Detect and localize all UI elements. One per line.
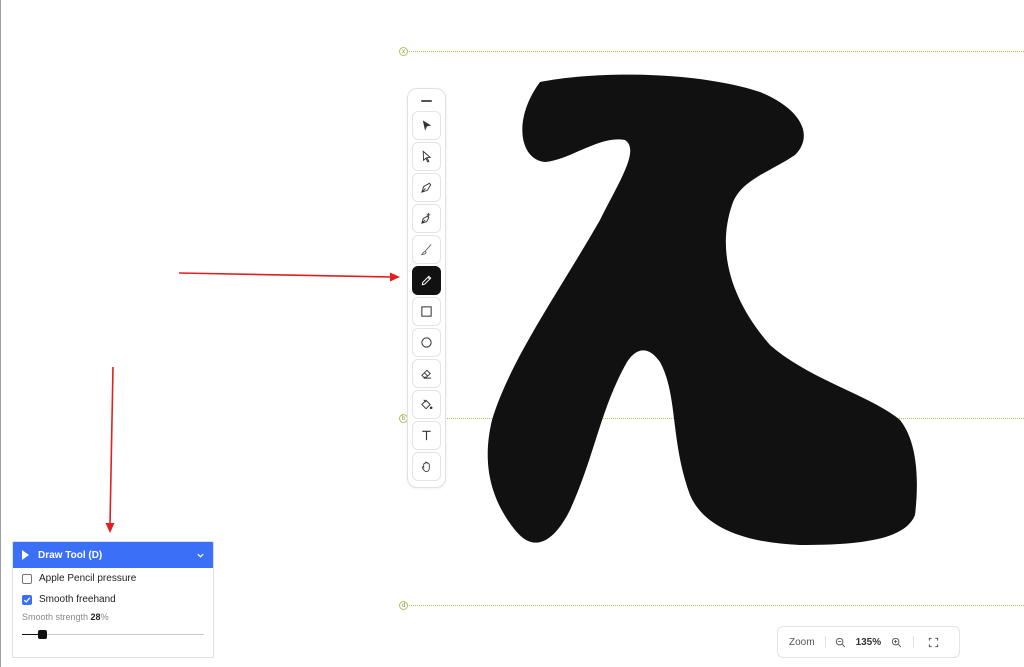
text-tool[interactable]	[412, 421, 441, 450]
fill-tool[interactable]	[412, 390, 441, 419]
panel-title: Draw Tool (D)	[38, 549, 103, 561]
eraser-tool[interactable]	[412, 359, 441, 388]
hand-tool[interactable]	[412, 452, 441, 481]
draw-tool-panel: Draw Tool (D) Apple Pencil pressure Smoo…	[12, 541, 214, 658]
play-icon	[22, 550, 29, 560]
square-icon	[421, 306, 432, 317]
chevron-down-icon[interactable]	[196, 551, 205, 560]
zoom-bar: Zoom 135%	[777, 626, 960, 658]
smooth-strength-slider[interactable]	[22, 630, 204, 640]
brush-icon	[420, 244, 432, 256]
panel-header[interactable]: Draw Tool (D)	[13, 542, 213, 568]
direct-select-tool[interactable]	[412, 142, 441, 171]
slider-thumb[interactable]	[38, 630, 48, 639]
smooth-strength-unit: %	[100, 612, 109, 622]
circle-icon	[421, 337, 432, 348]
paint-bucket-icon	[421, 399, 433, 410]
zoom-out-icon	[835, 637, 846, 647]
rectangle-tool[interactable]	[412, 297, 441, 326]
select-tool[interactable]	[412, 111, 441, 140]
zoom-out-button[interactable]	[830, 632, 852, 652]
smooth-freehand-checkbox[interactable]	[22, 594, 32, 605]
check-icon	[23, 596, 31, 603]
zoom-value: 135%	[855, 636, 882, 648]
pencil-icon	[421, 275, 432, 286]
pen-plus-tool[interactable]	[412, 204, 441, 233]
arrow-filled-icon	[422, 120, 432, 131]
text-icon	[422, 430, 431, 441]
arrow-outline-icon	[422, 150, 432, 163]
fit-to-screen-button[interactable]	[922, 632, 944, 652]
smooth-freehand-option[interactable]: Smooth freehand	[13, 589, 213, 610]
apple-pencil-pressure-checkbox[interactable]	[22, 573, 32, 584]
smooth-strength-readout: Smooth strength 28%	[13, 612, 213, 622]
draw-tool[interactable]	[412, 266, 441, 295]
hand-icon	[421, 461, 430, 473]
tools-toolbar	[407, 88, 446, 488]
arrow-to-draw-tool	[178, 272, 393, 278]
toolbar-drag-handle[interactable]	[421, 100, 432, 102]
smooth-freehand-label: Smooth freehand	[39, 594, 116, 605]
pen-plus-icon	[421, 212, 431, 224]
brush-tool[interactable]	[412, 235, 441, 264]
zoom-in-button[interactable]	[885, 632, 907, 652]
ellipse-tool[interactable]	[412, 328, 441, 357]
fullscreen-icon	[928, 637, 938, 647]
smooth-strength-value: 28	[90, 612, 101, 622]
pen-tool[interactable]	[412, 173, 441, 202]
zoom-separator	[824, 636, 826, 648]
arrow-to-panel	[109, 366, 114, 526]
arrow-head-right	[390, 272, 400, 282]
pen-nib-icon	[421, 182, 432, 193]
zoom-in-icon	[891, 637, 901, 647]
arrow-head-down	[105, 523, 115, 533]
eraser-icon	[421, 369, 432, 379]
slider-track[interactable]	[22, 634, 204, 635]
apple-pencil-pressure-label: Apple Pencil pressure	[39, 573, 137, 584]
smooth-strength-label: Smooth strength	[22, 612, 91, 622]
zoom-label: Zoom	[789, 636, 815, 648]
zoom-separator-2	[913, 636, 915, 648]
apple-pencil-pressure-option[interactable]: Apple Pencil pressure	[13, 568, 213, 589]
